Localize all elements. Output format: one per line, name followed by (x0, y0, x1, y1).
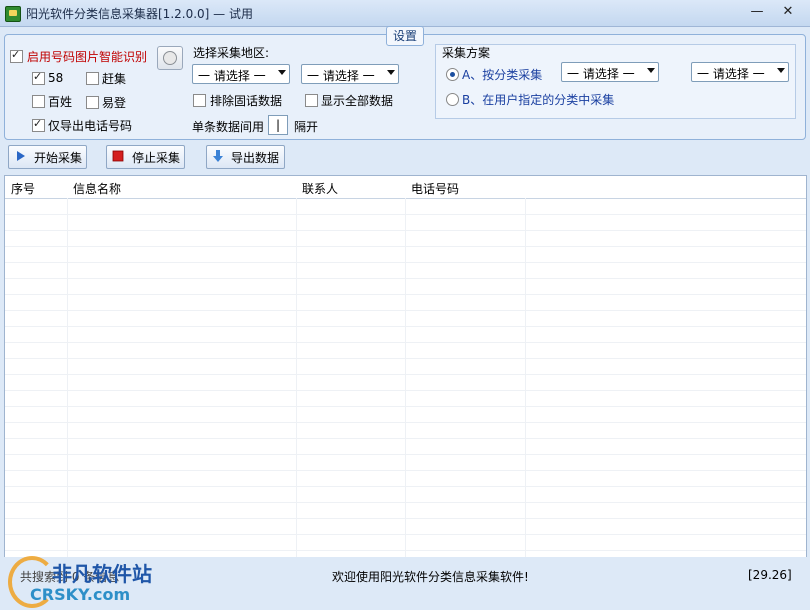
source-58-label: 58 (48, 71, 64, 85)
column-header-index[interactable]: 序号 (5, 176, 68, 199)
chevron-down-icon (278, 70, 286, 75)
chevron-down-icon (647, 68, 655, 73)
subcategory-select[interactable]: 一 请选择 一 (691, 62, 789, 82)
results-table[interactable]: 序号 信息名称 联系人 电话号码 (4, 175, 807, 558)
grid-column-line (405, 198, 406, 557)
source-ganji-checkbox[interactable] (86, 72, 99, 85)
phone-only-checkbox[interactable] (32, 117, 45, 132)
column-header-title[interactable]: 信息名称 (67, 176, 297, 199)
settings-caption: 设置 (386, 26, 424, 46)
start-button-label: 开始采集 (34, 151, 83, 165)
scheme-title: 采集方案 (442, 46, 491, 60)
scheme-a-radio[interactable] (446, 68, 459, 81)
column-header-phone[interactable]: 电话号码 (405, 176, 526, 199)
scheme-b-label: B、在用户指定的分类中采集 (462, 93, 615, 107)
region-province-value: 一 请选择 一 (198, 69, 266, 83)
exclude-landline-checkbox[interactable] (193, 94, 206, 107)
category-select[interactable]: 一 请选择 一 (561, 62, 659, 82)
scheme-b-radio[interactable] (446, 93, 459, 106)
smart-ocr-label: 启用号码图片智能识别 (27, 50, 148, 64)
interval-separator-input[interactable]: | (268, 115, 288, 135)
export-button-label: 导出数据 (231, 151, 280, 165)
region-label: 选择采集地区: (193, 46, 270, 60)
source-58-checkbox[interactable] (32, 70, 45, 85)
source-ganji-label: 赶集 (102, 72, 127, 86)
show-all-checkbox[interactable] (305, 94, 318, 107)
phone-only-label: 仅导出电话号码 (48, 119, 133, 133)
title-bar: 阳光软件分类信息采集器[1.2.0.0] — 试用 — ✕ (0, 0, 810, 27)
grid-column-line (525, 198, 526, 557)
watermark-text: 非凡软件站 (52, 562, 152, 586)
export-button[interactable]: 导出数据 (206, 145, 285, 169)
exclude-landline-label: 排除固话数据 (210, 94, 283, 108)
chevron-down-icon (387, 70, 395, 75)
category-value: 一 请选择 一 (567, 67, 635, 81)
scheme-a-label: A、按分类采集 (462, 68, 543, 82)
column-header-filler (525, 176, 806, 199)
down-arrow-icon (213, 150, 223, 162)
stop-button-label: 停止采集 (132, 151, 181, 165)
play-icon (17, 151, 25, 161)
stop-icon (112, 150, 124, 162)
region-city-select[interactable]: 一 请选择 一 (301, 64, 399, 84)
grid-column-line (67, 198, 68, 557)
source-baixing-checkbox[interactable] (32, 95, 45, 108)
subcategory-value: 一 请选择 一 (697, 67, 765, 81)
ocr-settings-button[interactable] (157, 46, 183, 70)
start-button[interactable]: 开始采集 (8, 145, 87, 169)
smart-ocr-checkbox[interactable] (10, 48, 23, 63)
window-title: 阳光软件分类信息采集器[1.2.0.0] — 试用 (26, 7, 253, 21)
status-message: 欢迎使用阳光软件分类信息采集软件! (332, 570, 529, 584)
close-button[interactable]: ✕ (777, 4, 799, 20)
region-province-select[interactable]: 一 请选择 一 (192, 64, 290, 84)
minimize-button[interactable]: — (746, 4, 768, 20)
source-yideng-checkbox[interactable] (86, 96, 99, 109)
source-baixing-label: 百姓 (48, 95, 73, 109)
status-elapsed: [29.26] (748, 568, 792, 582)
interval-prefix: 单条数据间用 (192, 120, 265, 134)
watermark-url: CRSKY.com (30, 585, 131, 604)
source-yideng-label: 易登 (102, 96, 127, 110)
interval-suffix: 隔开 (294, 120, 319, 134)
app-icon (5, 6, 21, 22)
show-all-label: 显示全部数据 (321, 94, 394, 108)
region-city-value: 一 请选择 一 (307, 69, 375, 83)
grid-column-line (296, 198, 297, 557)
chevron-down-icon (777, 68, 785, 73)
stop-button[interactable]: 停止采集 (106, 145, 185, 169)
column-header-contact[interactable]: 联系人 (296, 176, 406, 199)
